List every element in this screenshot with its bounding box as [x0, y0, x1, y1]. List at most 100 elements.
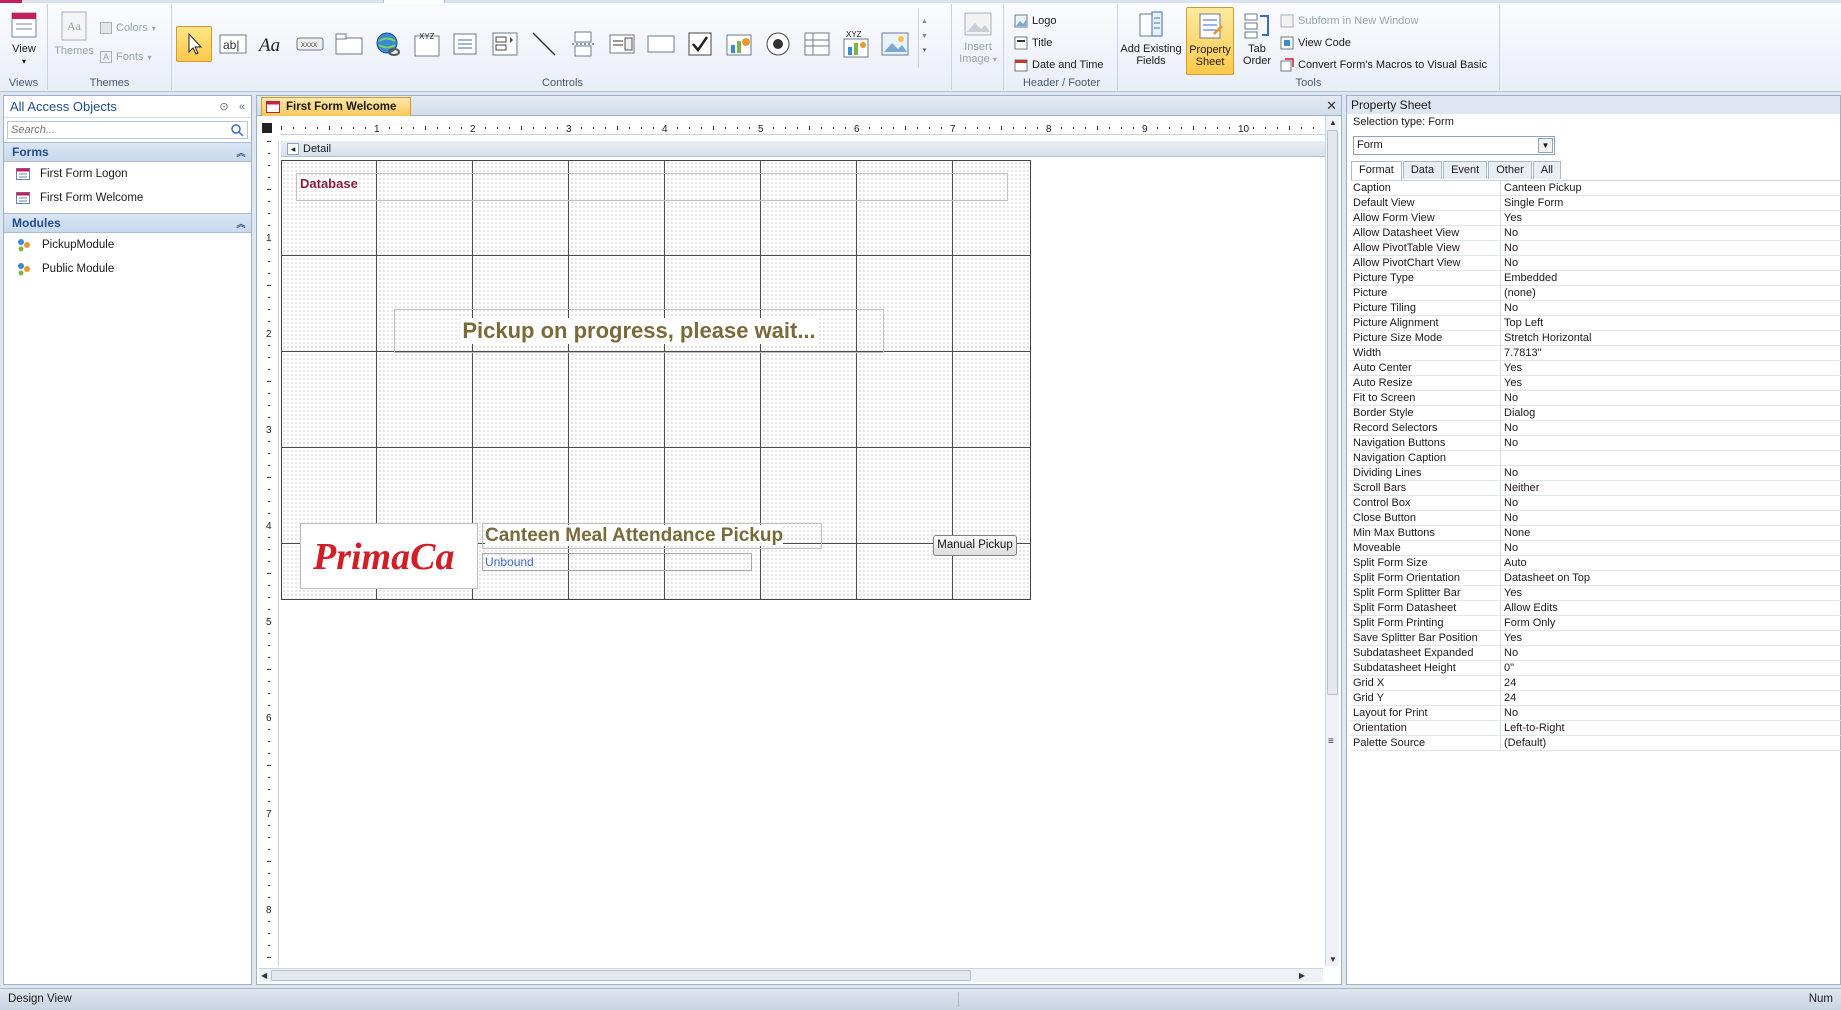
- property-value[interactable]: No: [1501, 436, 1841, 450]
- selected-object-combo[interactable]: Form ▼: [1353, 136, 1555, 155]
- tab-order-button[interactable]: Tab Order: [1236, 10, 1278, 67]
- check-box-tool[interactable]: [682, 26, 718, 62]
- splitter-grip-icon[interactable]: ≡: [1328, 736, 1334, 747]
- property-value[interactable]: (none): [1501, 286, 1841, 300]
- property-row[interactable]: Close Button No: [1351, 511, 1841, 526]
- property-row[interactable]: Record Selectors No: [1351, 421, 1841, 436]
- property-row[interactable]: Dividing Lines No: [1351, 466, 1841, 481]
- property-value[interactable]: 0": [1501, 661, 1841, 675]
- property-row[interactable]: Allow PivotChart View No: [1351, 256, 1841, 271]
- logo-button[interactable]: Logo: [1014, 14, 1056, 28]
- property-value[interactable]: Auto: [1501, 556, 1841, 570]
- nav-header[interactable]: All Access Objects ⊙ «: [4, 96, 251, 118]
- themes-button[interactable]: Aa Themes: [54, 10, 94, 57]
- property-value[interactable]: Top Left: [1501, 316, 1841, 330]
- property-tab-all[interactable]: All: [1532, 161, 1561, 179]
- property-row[interactable]: Save Splitter Bar Position Yes: [1351, 631, 1841, 646]
- property-value[interactable]: Yes: [1501, 361, 1841, 375]
- property-value[interactable]: No: [1501, 391, 1841, 405]
- property-value[interactable]: Neither: [1501, 481, 1841, 495]
- vertical-scrollbar[interactable]: ▲ ≡ ▼: [1325, 116, 1339, 966]
- property-row[interactable]: Picture Alignment Top Left: [1351, 316, 1841, 331]
- date-time-button[interactable]: Date and Time: [1014, 58, 1104, 72]
- property-row[interactable]: Auto Resize Yes: [1351, 376, 1841, 391]
- form-selector[interactable]: [262, 123, 272, 133]
- web-browser-tool[interactable]: XYZ: [409, 26, 445, 62]
- property-value[interactable]: No: [1501, 541, 1841, 555]
- add-existing-fields-button[interactable]: Add Existing Fields: [1118, 10, 1184, 67]
- property-value[interactable]: [1501, 451, 1841, 465]
- property-value[interactable]: 7.7813": [1501, 346, 1841, 360]
- property-value[interactable]: Embedded: [1501, 271, 1841, 285]
- property-value[interactable]: Dialog: [1501, 406, 1841, 420]
- image-tool[interactable]: [877, 26, 913, 62]
- horizontal-scrollbar[interactable]: ◀ ▶: [259, 968, 1323, 982]
- property-row[interactable]: Width 7.7813": [1351, 346, 1841, 361]
- nav-item-form[interactable]: First Form Welcome: [4, 186, 251, 210]
- horizontal-scroll-thumb[interactable]: [271, 970, 971, 981]
- property-row[interactable]: Split Form Printing Form Only: [1351, 616, 1841, 631]
- rectangle-tool[interactable]: [643, 26, 679, 62]
- view-code-button[interactable]: View Code: [1280, 36, 1351, 50]
- property-value[interactable]: Yes: [1501, 376, 1841, 390]
- property-row[interactable]: Picture Type Embedded: [1351, 271, 1841, 286]
- detail-section-bar[interactable]: ◂ Detail: [281, 141, 1325, 157]
- vertical-scroll-thumb[interactable]: [1327, 130, 1338, 695]
- property-row[interactable]: Allow Datasheet View No: [1351, 226, 1841, 241]
- scroll-down-arrow-icon[interactable]: ▼: [1329, 955, 1337, 964]
- property-row[interactable]: Default View Single Form: [1351, 196, 1841, 211]
- collapse-chevron-icon[interactable]: ︽: [231, 217, 251, 230]
- property-value[interactable]: No: [1501, 706, 1841, 720]
- property-value[interactable]: 24: [1501, 691, 1841, 705]
- property-row[interactable]: Moveable No: [1351, 541, 1841, 556]
- property-value[interactable]: No: [1501, 496, 1841, 510]
- property-row[interactable]: Grid Y 24: [1351, 691, 1841, 706]
- property-sheet-button[interactable]: Property Sheet: [1186, 7, 1234, 75]
- scroll-right-arrow-icon[interactable]: ▶: [1299, 971, 1305, 980]
- bound-object-frame-tool[interactable]: XYZ: [838, 26, 874, 62]
- logo-image[interactable]: PrimaCa: [300, 523, 478, 589]
- property-row[interactable]: Orientation Left-to-Right: [1351, 721, 1841, 736]
- property-row[interactable]: Allow Form View Yes: [1351, 211, 1841, 226]
- nav-search-input[interactable]: [8, 124, 230, 136]
- property-row[interactable]: Layout for Print No: [1351, 706, 1841, 721]
- controls-gallery-scroll[interactable]: ▲ ▼ ▾: [918, 8, 930, 68]
- colors-button[interactable]: Colors ▾: [100, 22, 156, 34]
- property-row[interactable]: Caption Canteen Pickup: [1351, 181, 1841, 196]
- property-row[interactable]: Grid X 24: [1351, 676, 1841, 691]
- property-value[interactable]: Datasheet on Top: [1501, 571, 1841, 585]
- property-value[interactable]: Yes: [1501, 631, 1841, 645]
- horizontal-ruler[interactable]: 1 2 3 4 5 6 7 8 9 10: [281, 121, 1325, 135]
- option-group-tool[interactable]: [487, 26, 523, 62]
- nav-collapse-icon[interactable]: «: [233, 101, 251, 113]
- nav-title[interactable]: All Access Objects: [10, 99, 215, 114]
- property-row[interactable]: Auto Center Yes: [1351, 361, 1841, 376]
- hyperlink-tool[interactable]: [370, 26, 406, 62]
- line-tool[interactable]: [526, 26, 562, 62]
- vertical-ruler[interactable]: 1 2 3 4 5 6 7 8: [259, 141, 279, 966]
- page-break-tool[interactable]: [565, 26, 601, 62]
- detail-collapse-icon[interactable]: ◂: [287, 142, 299, 155]
- database-label[interactable]: Database: [296, 173, 1008, 201]
- property-row[interactable]: Subdatasheet Expanded No: [1351, 646, 1841, 661]
- property-value[interactable]: No: [1501, 511, 1841, 525]
- property-value[interactable]: No: [1501, 421, 1841, 435]
- progress-label[interactable]: Pickup on progress, please wait...: [394, 309, 884, 353]
- insert-image-button[interactable]: Insert Image ▾: [956, 10, 1000, 66]
- subform-new-window-button[interactable]: Subform in New Window: [1280, 14, 1418, 28]
- close-document-icon[interactable]: ✕: [1326, 98, 1337, 114]
- property-row[interactable]: Fit to Screen No: [1351, 391, 1841, 406]
- property-value[interactable]: Canteen Pickup: [1501, 181, 1841, 195]
- property-value[interactable]: None: [1501, 526, 1841, 540]
- property-value[interactable]: No: [1501, 301, 1841, 315]
- property-value[interactable]: No: [1501, 241, 1841, 255]
- label-tool[interactable]: Aa: [254, 26, 290, 62]
- property-value[interactable]: Yes: [1501, 211, 1841, 225]
- property-row[interactable]: Split Form Datasheet Allow Edits: [1351, 601, 1841, 616]
- property-value[interactable]: No: [1501, 256, 1841, 270]
- property-row[interactable]: Navigation Caption: [1351, 451, 1841, 466]
- property-tab-format[interactable]: Format: [1351, 161, 1402, 180]
- combo-box-tool[interactable]: [604, 26, 640, 62]
- property-value[interactable]: (Default): [1501, 736, 1841, 750]
- property-value[interactable]: Allow Edits: [1501, 601, 1841, 615]
